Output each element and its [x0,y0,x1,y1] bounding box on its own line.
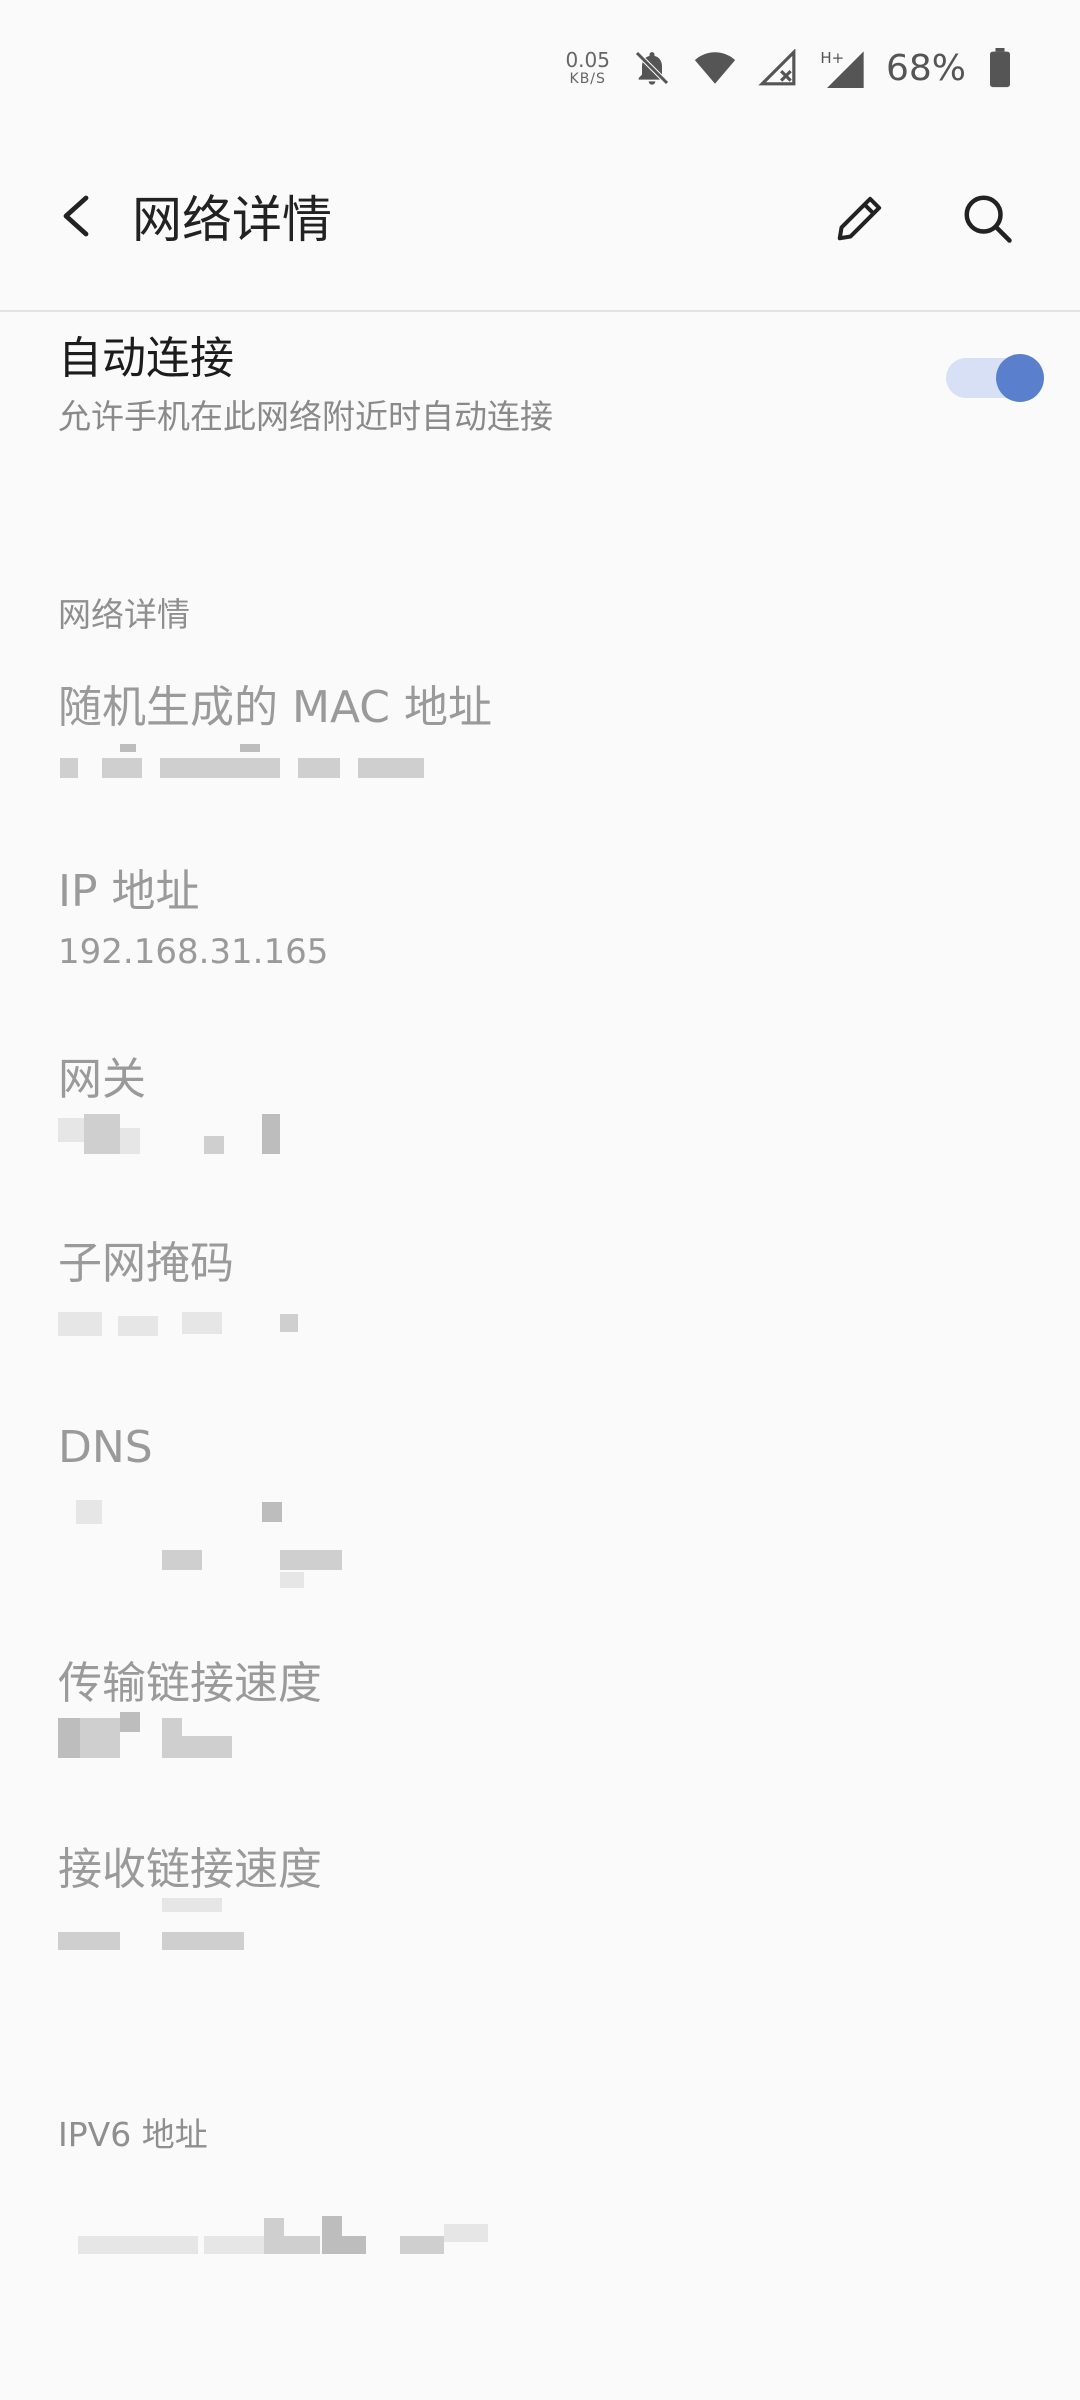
tx-link-speed-label: 传输链接速度 [58,1658,322,1709]
edit-button[interactable] [828,186,892,250]
ip-address-label: IP 地址 [58,866,200,917]
dns-label: DNS [58,1422,153,1473]
network-speed-value: 0.05 [565,48,610,72]
network-speed-unit: KB/S [569,71,606,87]
subnet-mask-label: 子网掩码 [58,1238,234,1289]
status-icons: 0.05 KB/S H+ 68% [565,40,1012,96]
tx-link-speed-value-redacted [58,1712,1018,1792]
ip-address-item: IP 地址 192.168.31.165 [58,864,1018,974]
ipv6-address-value-redacted [58,2200,1018,2280]
toggle-thumb [996,354,1044,402]
ipv6-header: IPV6 地址 [58,2115,208,2154]
app-bar: 网络详情 [0,140,1080,310]
svg-text:H+: H+ [820,49,844,67]
battery-icon [988,48,1012,88]
ipv6-address-item [58,2200,1018,2280]
mac-address-value-redacted [58,736,1018,806]
battery-percent: 68% [885,47,966,89]
wifi-icon [694,50,736,86]
dns-item: DNS [58,1420,1018,1606]
rx-link-speed-value-redacted [58,1898,1018,1978]
mac-address-label: 随机生成的 MAC 地址 [58,682,492,733]
app-bar-divider [0,310,1080,312]
auto-connect-title: 自动连接 [58,333,234,384]
cellular-no-signal-icon [758,49,798,87]
ip-address-value: 192.168.31.165 [58,932,329,972]
auto-connect-toggle[interactable] [944,352,1044,402]
mac-address-item: 随机生成的 MAC 地址 [58,680,1018,806]
network-speed: 0.05 KB/S [565,50,610,86]
pencil-icon [837,196,882,241]
cellular-h-plus-icon: H+ [820,48,864,88]
search-icon [964,195,1012,243]
tx-link-speed-item: 传输链接速度 [58,1656,1018,1792]
bell-off-icon [632,48,672,88]
back-button[interactable] [48,188,104,244]
gateway-item: 网关 [58,1052,1018,1188]
subnet-mask-item: 子网掩码 [58,1236,1018,1372]
auto-connect-row[interactable]: 自动连接 允许手机在此网络附近时自动连接 [0,320,1080,440]
gateway-label: 网关 [58,1054,146,1105]
subnet-mask-value-redacted [58,1292,1018,1372]
network-details-header: 网络详情 [58,595,190,634]
rx-link-speed-label: 接收链接速度 [58,1844,322,1895]
gateway-value-redacted [58,1108,1018,1188]
page-title: 网络详情 [132,191,332,249]
search-button[interactable] [955,186,1019,250]
rx-link-speed-item: 接收链接速度 [58,1842,1018,1978]
back-arrow-icon [63,195,89,237]
dns-value-redacted [58,1476,1018,1606]
auto-connect-subtitle: 允许手机在此网络附近时自动连接 [58,397,553,436]
status-bar: 0.05 KB/S H+ 68% [0,0,1080,140]
